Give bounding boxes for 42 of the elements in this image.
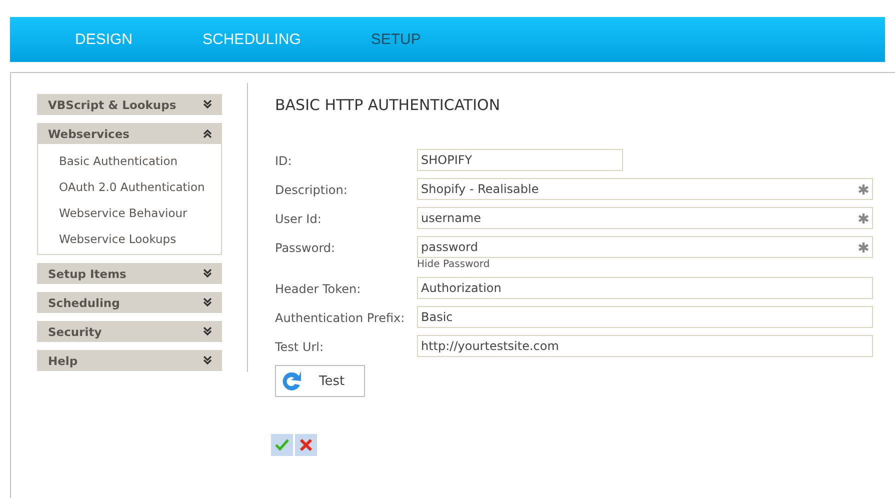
test-button[interactable]: Test	[275, 365, 365, 397]
input-field[interactable]: Basic	[417, 306, 873, 328]
input-field[interactable]: Shopify - Realisable	[417, 178, 873, 200]
input-field[interactable]: Authorization	[417, 277, 873, 299]
input-field[interactable]: SHOPIFY	[417, 149, 623, 171]
sidebar-item[interactable]: Webservice Lookups	[59, 226, 176, 252]
sidebar-section-header[interactable]: VBScript & Lookups	[37, 94, 222, 115]
checkmark-icon	[274, 437, 290, 453]
cross-icon	[299, 438, 313, 452]
section-title: Scheduling	[48, 296, 120, 310]
section-title: VBScript & Lookups	[48, 98, 176, 112]
asterisk-icon	[858, 242, 869, 253]
section-title: Setup Items	[48, 266, 126, 280]
sidebar-section-header[interactable]: Webservices	[37, 123, 222, 144]
field-label: Password:	[275, 240, 336, 255]
hide-password-link[interactable]: Hide Password	[417, 259, 873, 270]
sidebar-section-header[interactable]: Scheduling	[37, 292, 222, 313]
section-title: Help	[48, 354, 78, 368]
refresh-icon	[280, 369, 304, 393]
input-field[interactable]: username	[417, 207, 873, 229]
sidebar-section-header[interactable]: Help	[37, 350, 222, 371]
sidebar-item[interactable]: OAuth 2.0 Authentication	[59, 174, 205, 200]
save-button[interactable]	[271, 434, 293, 456]
asterisk-icon	[858, 184, 869, 195]
field-label: ID:	[275, 153, 293, 168]
form-title: BASIC HTTP AUTHENTICATION	[275, 96, 502, 114]
sidebar-item[interactable]: Webservice Behaviour	[59, 200, 188, 226]
sidebar-item[interactable]: Basic Authentication	[59, 148, 178, 174]
nav-tab[interactable]: SETUP	[370, 31, 421, 48]
field-label: User Id:	[275, 211, 322, 226]
field-label: Test Url:	[275, 339, 325, 354]
asterisk-icon	[858, 213, 869, 224]
input-field[interactable]: http://yourtestsite.com	[417, 335, 873, 357]
cancel-button[interactable]	[295, 434, 317, 456]
field-label: Header Token:	[275, 281, 362, 296]
sidebar-section-header[interactable]: Setup Items	[37, 263, 222, 284]
sidebar-section-header[interactable]: Security	[37, 321, 222, 342]
field-label: Description:	[275, 182, 348, 197]
input-field[interactable]: password	[417, 236, 873, 258]
section-title: Webservices	[48, 126, 130, 140]
section-title: Security	[48, 324, 102, 338]
field-label: Authentication Prefix:	[275, 310, 406, 325]
